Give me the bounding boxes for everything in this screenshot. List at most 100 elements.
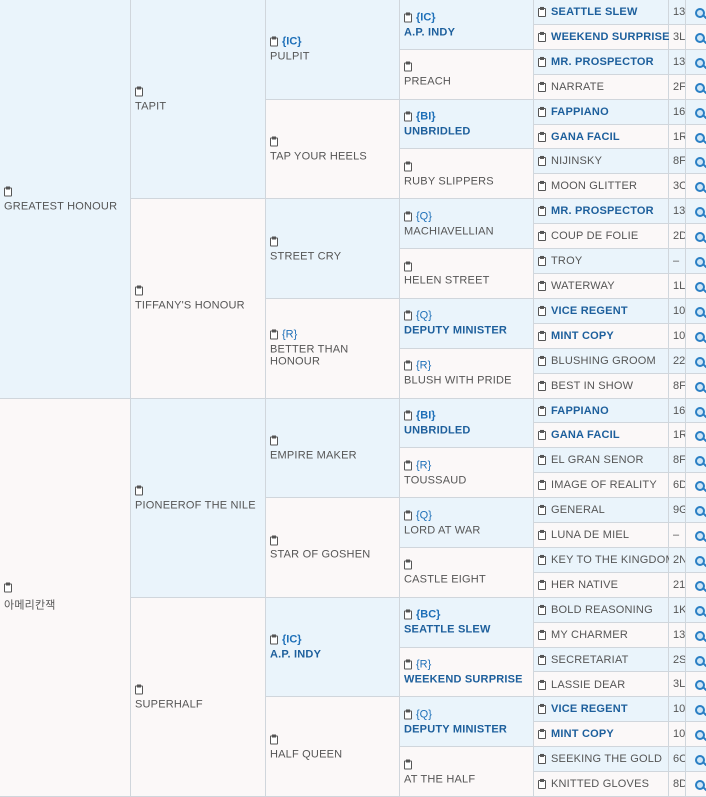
clipboard-icon[interactable] [538, 554, 547, 565]
horse-name[interactable]: GREATEST HONOUR [4, 200, 117, 212]
horse-name[interactable]: FAPPIANO [551, 106, 609, 118]
clipboard-icon[interactable] [135, 684, 144, 695]
pedigree-cell[interactable]: NARRATE [534, 74, 669, 100]
horse-name[interactable]: TROY [551, 255, 582, 267]
clipboard-icon[interactable] [538, 629, 547, 640]
pedigree-cell[interactable]: GREATEST HONOUR [0, 0, 131, 399]
magnifier-icon[interactable] [686, 273, 706, 299]
horse-name[interactable]: PREACH [404, 76, 451, 88]
pedigree-cell[interactable]: {IC} PULPIT [266, 0, 400, 100]
horse-name[interactable]: LORD AT WAR [404, 524, 481, 536]
magnifier-icon[interactable] [686, 124, 706, 150]
horse-name[interactable]: LUNA DE MIEL [551, 529, 629, 541]
horse-name[interactable]: EMPIRE MAKER [270, 449, 357, 461]
pedigree-cell[interactable]: {BC} SEATTLE SLEW [400, 597, 534, 648]
clipboard-icon[interactable] [538, 231, 547, 242]
horse-name[interactable]: SECRETARIAT [551, 654, 629, 666]
clipboard-icon[interactable] [4, 582, 13, 593]
clipboard-icon[interactable] [270, 734, 279, 745]
horse-name[interactable]: IMAGE OF REALITY [551, 479, 657, 491]
pedigree-cell[interactable]: KNITTED GLOVES [534, 772, 669, 797]
clipboard-icon[interactable] [538, 330, 547, 341]
clipboard-icon[interactable] [538, 305, 547, 316]
pedigree-cell[interactable]: {IC} A.P. INDY [400, 0, 534, 50]
pedigree-cell[interactable]: SECRETARIAT [534, 647, 669, 673]
pedigree-cell[interactable]: STREET CRY [266, 199, 400, 299]
magnifier-icon[interactable] [686, 448, 706, 474]
clipboard-icon[interactable] [538, 679, 547, 690]
clipboard-icon[interactable] [270, 329, 279, 340]
magnifier-icon[interactable] [686, 348, 706, 374]
clipboard-icon[interactable] [538, 405, 547, 416]
pedigree-cell[interactable]: PIONEEROF THE NILE [131, 398, 266, 598]
pedigree-cell[interactable]: {Q} MACHIAVELLIAN [400, 199, 534, 250]
pedigree-cell[interactable]: FAPPIANO [534, 398, 669, 424]
clipboard-icon[interactable] [270, 535, 279, 546]
pedigree-cell[interactable]: MR. PROSPECTOR [534, 199, 669, 225]
pedigree-cell[interactable]: VICE REGENT [534, 697, 669, 723]
horse-name[interactable]: DEPUTY MINISTER [404, 723, 507, 735]
clipboard-icon[interactable] [538, 7, 547, 17]
clipboard-icon[interactable] [135, 285, 144, 296]
pedigree-cell[interactable]: TROY [534, 249, 669, 274]
clipboard-icon[interactable] [538, 56, 547, 67]
pedigree-cell[interactable]: GANA FACIL [534, 124, 669, 150]
clipboard-icon[interactable] [538, 31, 547, 42]
horse-name[interactable]: STREET CRY [270, 250, 341, 262]
clipboard-icon[interactable] [538, 81, 547, 92]
pedigree-cell[interactable]: SEEKING THE GOLD [534, 747, 669, 773]
magnifier-icon[interactable] [686, 597, 706, 623]
magnifier-icon[interactable] [686, 298, 706, 324]
magnifier-icon[interactable] [686, 498, 706, 524]
pedigree-cell[interactable]: {IC} A.P. INDY [266, 597, 400, 698]
pedigree-cell[interactable]: RUBY SLIPPERS [400, 149, 534, 200]
clipboard-icon[interactable] [538, 754, 547, 765]
pedigree-cell[interactable]: LASSIE DEAR [534, 672, 669, 698]
clipboard-icon[interactable] [404, 559, 413, 570]
pedigree-cell[interactable]: IMAGE OF REALITY [534, 473, 669, 499]
magnifier-icon[interactable] [686, 0, 706, 25]
horse-name[interactable]: A.P. INDY [404, 26, 455, 38]
horse-name[interactable]: BETTER THAN HONOUR [270, 344, 399, 368]
horse-name[interactable]: NARRATE [551, 81, 604, 93]
magnifier-icon[interactable] [686, 174, 706, 200]
clipboard-icon[interactable] [538, 604, 547, 615]
magnifier-icon[interactable] [686, 49, 706, 75]
horse-name[interactable]: TAPIT [135, 101, 166, 113]
pedigree-cell[interactable]: WEEKEND SURPRISE [534, 24, 670, 50]
clipboard-icon[interactable] [538, 579, 547, 590]
magnifier-icon[interactable] [686, 24, 706, 50]
horse-name[interactable]: UNBRIDLED [404, 126, 471, 138]
pedigree-cell[interactable]: AT THE HALF [400, 747, 534, 797]
magnifier-icon[interactable] [686, 249, 706, 274]
horse-name[interactable]: STAR OF GOSHEN [270, 549, 370, 561]
magnifier-icon[interactable] [686, 423, 706, 449]
horse-name[interactable]: MOON GLITTER [551, 180, 637, 192]
magnifier-icon[interactable] [686, 647, 706, 673]
pedigree-cell[interactable]: EMPIRE MAKER [266, 398, 400, 499]
horse-name[interactable]: KEY TO THE KINGDOM [551, 554, 675, 566]
magnifier-icon[interactable] [686, 99, 706, 125]
horse-name[interactable]: MY CHARMER [551, 629, 628, 641]
clipboard-icon[interactable] [538, 704, 547, 715]
horse-name[interactable]: HALF QUEEN [270, 748, 342, 760]
clipboard-icon[interactable] [538, 181, 547, 192]
magnifier-icon[interactable] [686, 772, 706, 797]
magnifier-icon[interactable] [686, 523, 706, 548]
pedigree-cell[interactable]: MINT COPY [534, 323, 669, 349]
horse-name[interactable]: A.P. INDY [270, 649, 321, 661]
pedigree-cell[interactable]: SEATTLE SLEW [534, 0, 669, 25]
horse-name[interactable]: BLUSH WITH PRIDE [404, 375, 512, 387]
clipboard-icon[interactable] [538, 131, 547, 142]
horse-name[interactable]: WATERWAY [551, 280, 615, 292]
clipboard-icon[interactable] [404, 609, 413, 620]
pedigree-cell[interactable]: HALF QUEEN [266, 697, 400, 797]
clipboard-icon[interactable] [270, 634, 279, 645]
magnifier-icon[interactable] [686, 74, 706, 100]
horse-name[interactable]: LASSIE DEAR [551, 678, 625, 690]
horse-name[interactable]: CASTLE EIGHT [404, 574, 486, 586]
pedigree-cell[interactable]: {Q} DEPUTY MINISTER [400, 298, 534, 349]
horse-name[interactable]: KNITTED GLOVES [551, 778, 649, 790]
magnifier-icon[interactable] [686, 224, 706, 250]
clipboard-icon[interactable] [404, 360, 413, 371]
